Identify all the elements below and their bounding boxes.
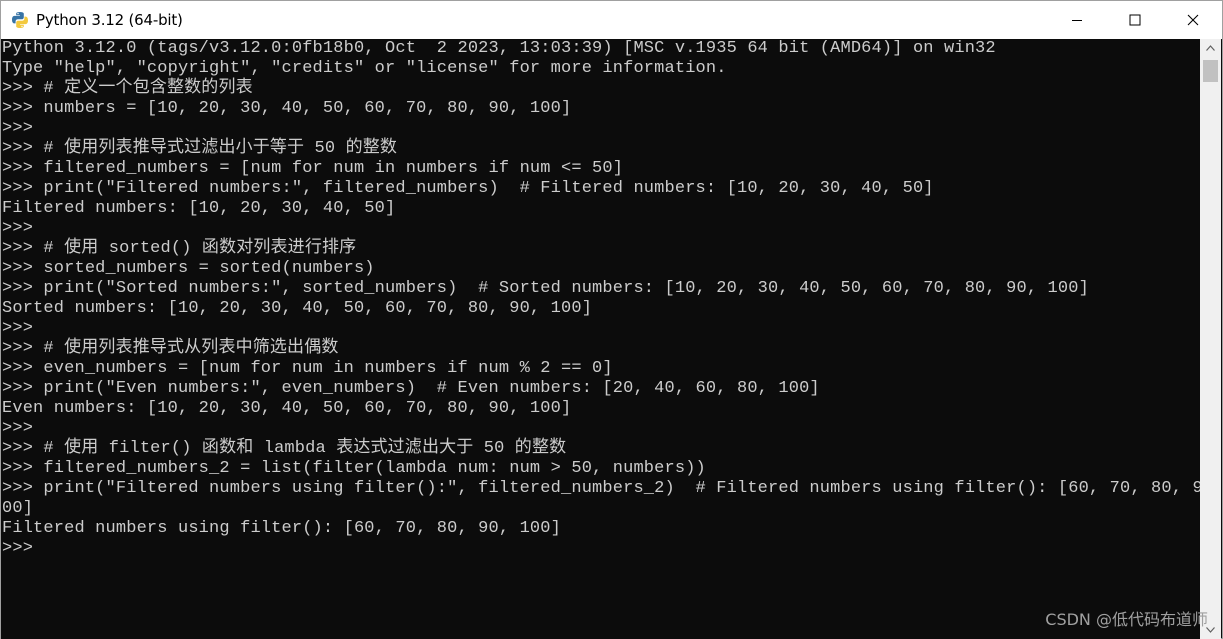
minimize-button[interactable] (1048, 1, 1106, 39)
console-line: Sorted numbers: [10, 20, 30, 40, 50, 60,… (2, 299, 593, 318)
active-prompt-line[interactable]: >>> (1, 539, 1201, 559)
console-line: Filtered numbers using filter(): [60, 70… (2, 519, 561, 538)
console-line: Type "help", "copyright", "credits" or "… (2, 59, 727, 78)
console-line: >>> print("Sorted numbers:", sorted_numb… (2, 279, 1089, 298)
watermark-text: CSDN @低代码布道师 (1045, 610, 1208, 629)
close-icon (1187, 14, 1199, 26)
console-line: 00] (2, 499, 34, 518)
maximize-icon (1129, 14, 1141, 26)
console-line: >>> (2, 219, 34, 238)
console-line: Filtered numbers: [10, 20, 30, 40, 50] (2, 199, 396, 218)
scrollbar-thumb[interactable] (1203, 60, 1218, 82)
console-line: Python 3.12.0 (tags/v3.12.0:0fb18b0, Oct… (2, 39, 996, 58)
console-output[interactable]: Python 3.12.0 (tags/v3.12.0:0fb18b0, Oct… (1, 39, 1201, 639)
console-line: >>> print("Filtered numbers:", filtered_… (2, 179, 934, 198)
console-line: >>> (2, 319, 34, 338)
title-bar[interactable]: Python 3.12 (64-bit) (1, 1, 1222, 39)
console-line: >>> filtered_numbers = [num for num in n… (2, 159, 624, 178)
window-title: Python 3.12 (64-bit) (36, 11, 183, 29)
console-line: Even numbers: [10, 20, 30, 40, 50, 60, 7… (2, 399, 572, 418)
python-console-window: Python 3.12 (64-bit) Python 3.12.0 (tags… (0, 0, 1223, 639)
console-line: >>> print("Filtered numbers using filter… (2, 479, 1201, 498)
window-controls (1048, 1, 1222, 39)
console-line: >>> filtered_numbers_2 = list(filter(lam… (2, 459, 706, 478)
console-line: >>> # 使用列表推导式从列表中筛选出偶数 (2, 339, 339, 358)
console-line: >>> # 使用 sorted() 函数对列表进行排序 (2, 239, 357, 258)
console-line: >>> sorted_numbers = sorted(numbers) (2, 259, 375, 278)
console-line: >>> print("Even numbers:", even_numbers)… (2, 379, 820, 398)
minimize-icon (1072, 20, 1082, 21)
console-line: >>> (2, 419, 34, 438)
scroll-up-button[interactable] (1200, 39, 1221, 57)
vertical-scrollbar[interactable] (1200, 39, 1221, 639)
chevron-up-icon (1206, 45, 1215, 51)
console-line: >>> even_numbers = [num for num in numbe… (2, 359, 613, 378)
console-line: >>> (2, 119, 34, 138)
python-logo-icon (11, 11, 29, 29)
console-line: >>> numbers = [10, 20, 30, 40, 50, 60, 7… (2, 99, 572, 118)
maximize-button[interactable] (1106, 1, 1164, 39)
console-line: >>> # 使用列表推导式过滤出小于等于 50 的整数 (2, 139, 398, 158)
console-line: >>> # 使用 filter() 函数和 lambda 表达式过滤出大于 50… (2, 439, 567, 458)
close-button[interactable] (1164, 1, 1222, 39)
console-line: >>> # 定义一个包含整数的列表 (2, 79, 253, 98)
